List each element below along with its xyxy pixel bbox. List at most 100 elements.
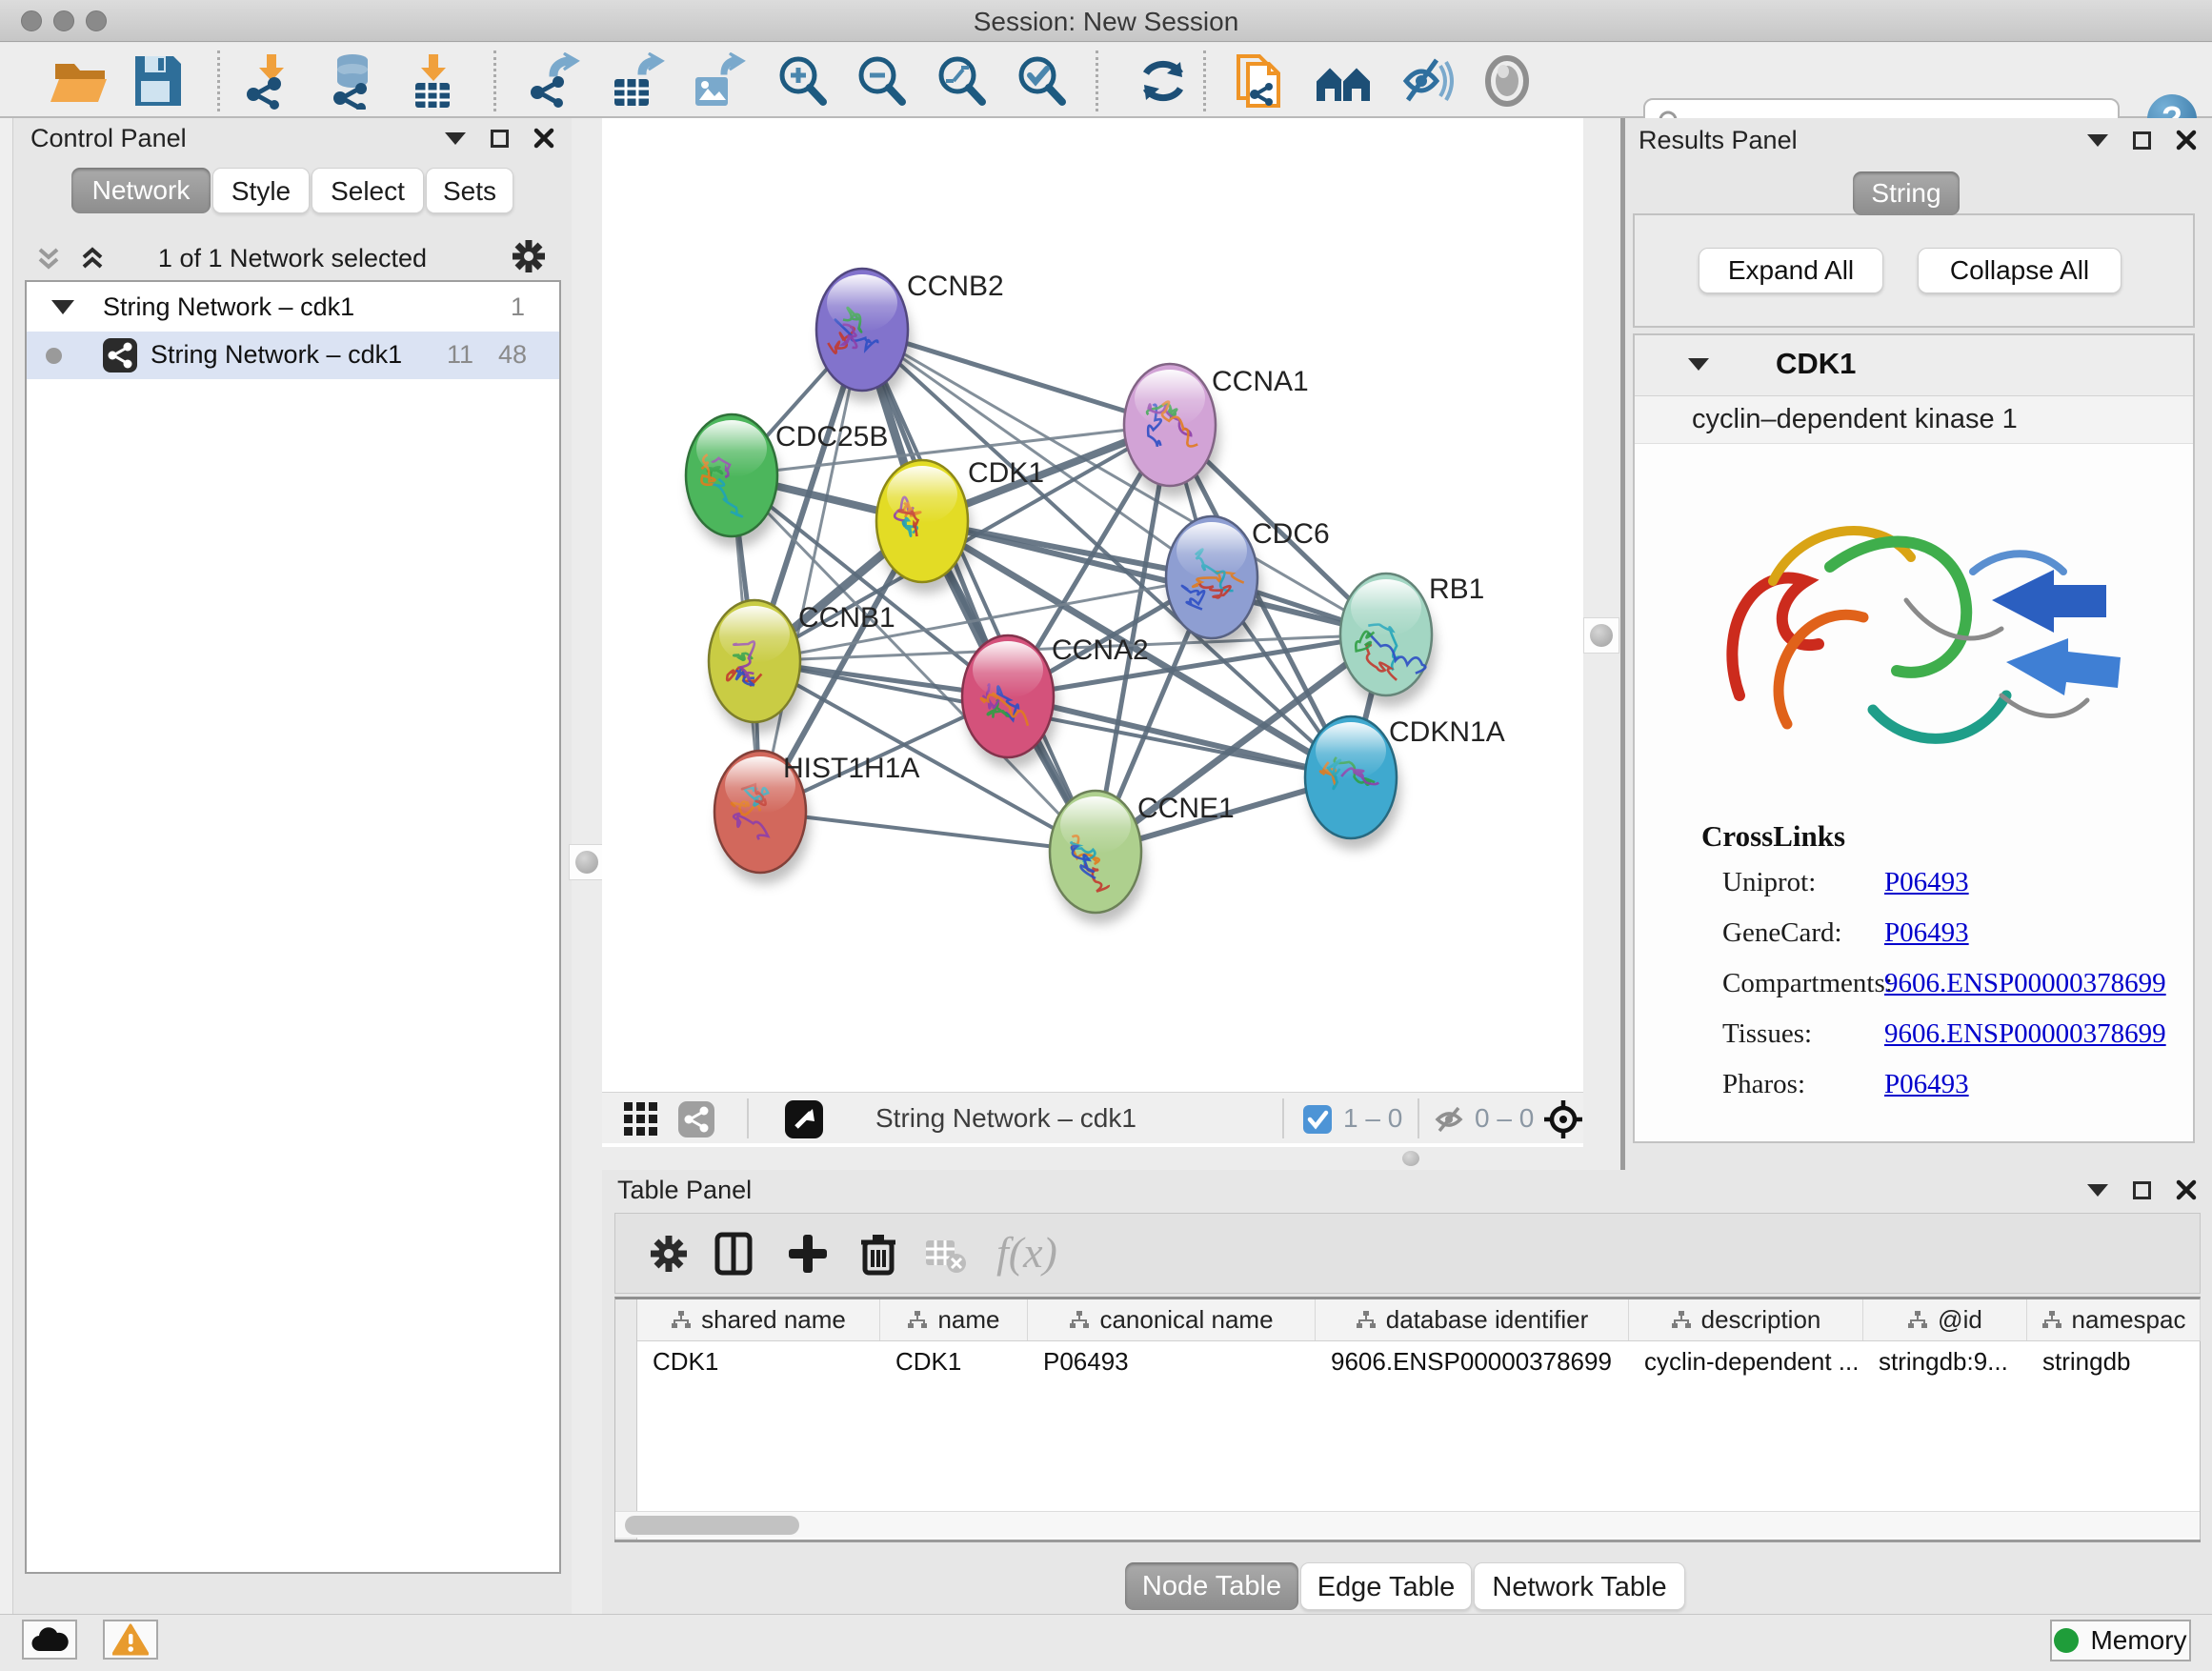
panel-close-icon[interactable] — [2176, 130, 2197, 151]
table-cell[interactable]: 9606.ENSP00000378699 — [1316, 1341, 1629, 1383]
open-in-window-icon[interactable] — [785, 1100, 823, 1143]
column-header-database-identifier[interactable]: database identifier — [1316, 1299, 1629, 1340]
collapse-all-button[interactable]: Collapse All — [1918, 248, 2122, 293]
panel-float-icon[interactable] — [2133, 1181, 2151, 1199]
node-ccnb1[interactable]: CCNB1 — [709, 600, 895, 734]
zoom-out-icon[interactable] — [851, 52, 917, 110]
hide-eye-icon[interactable] — [1393, 52, 1459, 110]
tab-sets[interactable]: Sets — [426, 168, 513, 213]
splitter-handle[interactable] — [1402, 1151, 1419, 1166]
export-image-icon[interactable] — [686, 52, 753, 110]
edge-ccnb2-hist1h1a[interactable] — [760, 330, 862, 812]
node-ccne1[interactable]: CCNE1 — [1050, 791, 1235, 924]
tab-node-table[interactable]: Node Table — [1125, 1562, 1298, 1610]
zoom-fit-icon[interactable] — [931, 52, 997, 110]
splitter-handle[interactable] — [1583, 617, 1619, 654]
edge-ccna2-cdkn1a[interactable] — [1008, 696, 1351, 777]
tab-string[interactable]: String — [1853, 171, 1960, 215]
export-table-icon[interactable] — [605, 52, 672, 110]
scrollbar-thumb[interactable] — [625, 1516, 799, 1535]
table-cell[interactable]: stringdb — [2027, 1341, 2201, 1383]
zoom-selected-icon[interactable] — [1011, 52, 1077, 110]
table-cell[interactable]: P06493 — [1028, 1341, 1316, 1383]
eye-icon[interactable] — [1477, 52, 1543, 110]
collection-expand-icon[interactable] — [51, 300, 74, 314]
node-label-cdc6: CDC6 — [1252, 518, 1330, 550]
column-header--id[interactable]: @id — [1863, 1299, 2027, 1340]
birdseye-crosshair-icon[interactable] — [1543, 1099, 1583, 1144]
splitter-handle[interactable] — [569, 844, 605, 880]
table-settings-gear-icon[interactable] — [646, 1231, 692, 1277]
table-cell[interactable]: CDK1 — [880, 1341, 1028, 1383]
network-graph[interactable]: CCNB2CCNA1CDC25BCDK1CDC6RB1CCNB1CCNA2CDK… — [602, 118, 1583, 1092]
crosslink-link[interactable]: 9606.ENSP00000378699 — [1884, 968, 2166, 999]
tab-network[interactable]: Network — [71, 168, 211, 213]
import-table-icon[interactable] — [400, 52, 467, 110]
memory-button[interactable]: Memory — [2050, 1620, 2191, 1661]
edge-hist1h1a-ccne1[interactable] — [760, 812, 1096, 852]
column-header-description[interactable]: description — [1629, 1299, 1863, 1340]
warning-button[interactable] — [103, 1620, 158, 1660]
node-cdk1[interactable]: CDK1 — [876, 457, 1044, 594]
import-network-icon[interactable] — [238, 52, 305, 110]
refresh-icon[interactable] — [1131, 52, 1197, 110]
string-document-icon[interactable] — [1229, 52, 1296, 110]
node-table[interactable]: shared namenamecanonical namedatabase id… — [614, 1297, 2201, 1540]
panel-float-icon[interactable] — [491, 130, 509, 148]
network-options-gear-icon[interactable] — [509, 236, 549, 281]
tab-edge-table[interactable]: Edge Table — [1300, 1562, 1472, 1610]
tab-network-table[interactable]: Network Table — [1474, 1562, 1685, 1610]
table-cell[interactable]: stringdb:9... — [1863, 1341, 2027, 1383]
horizontal-splitter[interactable] — [602, 1147, 1583, 1170]
panel-menu-icon[interactable] — [2087, 1184, 2108, 1197]
houses-icon[interactable] — [1312, 52, 1378, 110]
network-collection-row[interactable]: String Network – cdk1 1 — [27, 284, 559, 332]
grid-view-icon[interactable] — [623, 1101, 659, 1142]
crosslink-link[interactable]: P06493 — [1884, 1069, 1969, 1100]
hidden-eye-slash-icon[interactable] — [1433, 1104, 1465, 1139]
crosslink-link[interactable]: P06493 — [1884, 867, 1969, 898]
node-label-ccna1: CCNA1 — [1212, 366, 1309, 397]
crosslink-link[interactable]: P06493 — [1884, 917, 1969, 949]
panel-close-icon[interactable] — [533, 128, 554, 149]
column-header-namespac[interactable]: namespac — [2027, 1299, 2201, 1340]
table-cell[interactable]: CDK1 — [637, 1341, 880, 1383]
expand-all-button[interactable]: Expand All — [1699, 248, 1883, 293]
table-horizontal-scrollbar[interactable] — [615, 1511, 2200, 1538]
save-session-icon[interactable] — [124, 52, 191, 110]
vertical-splitter-right[interactable] — [1583, 118, 1625, 1170]
import-network-database-icon[interactable] — [319, 52, 386, 110]
selected-checkbox-icon[interactable] — [1303, 1105, 1332, 1138]
panel-close-icon[interactable] — [2176, 1179, 2197, 1200]
tab-select[interactable]: Select — [312, 168, 424, 213]
panel-float-icon[interactable] — [2133, 131, 2151, 150]
column-header-canonical-name[interactable]: canonical name — [1028, 1299, 1316, 1340]
open-session-icon[interactable] — [48, 52, 114, 110]
panel-menu-icon[interactable] — [445, 132, 466, 145]
column-header-name[interactable]: name — [880, 1299, 1028, 1340]
node-rb1[interactable]: RB1 — [1340, 574, 1484, 707]
export-network-icon[interactable] — [524, 52, 591, 110]
vertical-splitter-left[interactable] — [572, 118, 602, 1614]
network-row-selected[interactable]: String Network – cdk1 11 48 — [27, 332, 559, 379]
node-cdkn1a[interactable]: CDKN1A — [1305, 716, 1505, 850]
delete-column-trash-icon[interactable] — [855, 1231, 901, 1277]
network-canvas[interactable]: CCNB2CCNA1CDC25BCDK1CDC6RB1CCNB1CCNA2CDK… — [602, 118, 1583, 1147]
cloud-button[interactable] — [22, 1620, 77, 1660]
gene-section-header[interactable]: CDK1 — [1635, 335, 2193, 396]
node-cdc25b[interactable]: CDC25B — [686, 414, 888, 548]
node-ccnb2[interactable]: CCNB2 — [816, 269, 1004, 402]
column-header-shared-name[interactable]: shared name — [637, 1299, 880, 1340]
table-cell[interactable]: cyclin-dependent ... — [1629, 1341, 1863, 1383]
gene-collapse-icon[interactable] — [1688, 358, 1709, 371]
show-columns-icon[interactable] — [711, 1231, 756, 1277]
node-cdc6[interactable]: CDC6 — [1166, 516, 1330, 650]
node-ccna1[interactable]: CCNA1 — [1124, 364, 1309, 497]
panel-menu-icon[interactable] — [2087, 134, 2108, 147]
add-column-icon[interactable] — [785, 1231, 831, 1277]
crosslink-link[interactable]: 9606.ENSP00000378699 — [1884, 1018, 2166, 1050]
tab-style[interactable]: Style — [212, 168, 310, 213]
zoom-in-icon[interactable] — [772, 52, 838, 110]
table-row[interactable]: CDK1CDK1P064939606.ENSP00000378699cyclin… — [637, 1341, 2201, 1383]
string-view-icon[interactable] — [678, 1101, 714, 1142]
